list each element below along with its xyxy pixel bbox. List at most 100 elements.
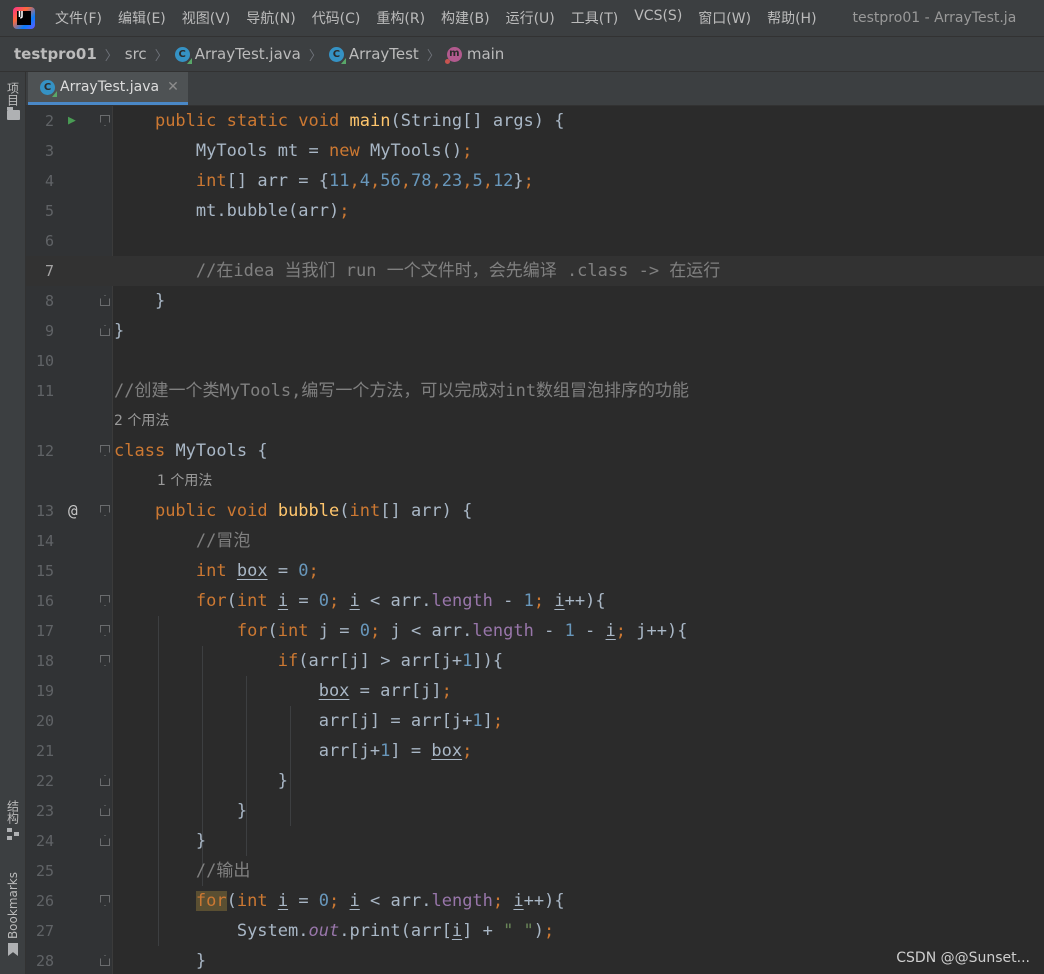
line-number: 4 [44, 172, 54, 190]
code-text: } [114, 801, 248, 821]
tool-window-strip: 项目 结构 Bookmarks [0, 72, 26, 974]
breadcrumb-file[interactable]: C ArrayTest.java [174, 45, 301, 64]
line-number: 18 [35, 652, 54, 670]
fold-icon[interactable] [100, 115, 110, 126]
folder-icon [6, 107, 20, 120]
line-number: 26 [35, 892, 54, 910]
code-line: 17 for(int j = 0; j < arr.length - 1 - i… [26, 616, 1044, 646]
breadcrumb-method[interactable]: m main [444, 45, 505, 64]
code-text: class MyTools { [114, 441, 268, 461]
fold-icon[interactable] [100, 775, 110, 786]
code-text: box = arr[j]; [318, 681, 452, 701]
menu-items: 文件(F) 编辑(E) 视图(V) 导航(N) 代码(C) 重构(R) 构建(B… [47, 4, 825, 32]
fold-icon[interactable] [100, 295, 110, 306]
fold-icon[interactable] [100, 805, 110, 816]
code-text: public static void main(String[] args) { [154, 111, 565, 131]
code-line: 6 [26, 226, 1044, 256]
at-sign-icon[interactable]: @ [68, 496, 78, 526]
project-tool-button[interactable]: 项目 [0, 82, 26, 120]
fold-icon[interactable] [100, 595, 110, 606]
menu-bar: IJ 文件(F) 编辑(E) 视图(V) 导航(N) 代码(C) 重构(R) 构… [0, 0, 1044, 36]
line-number: 6 [44, 232, 54, 250]
menu-refactor[interactable]: 重构(R) [368, 4, 433, 32]
intellij-logo-icon[interactable]: IJ [13, 7, 35, 29]
line-number: 11 [35, 382, 54, 400]
menu-help[interactable]: 帮助(H) [759, 4, 824, 32]
fold-icon[interactable] [100, 895, 110, 906]
code-text: System.out.print(arr[i] + " "); [236, 921, 555, 941]
usages-hint[interactable]: 2 个用法 [114, 406, 169, 436]
line-number: 24 [35, 832, 54, 850]
editor-tab-bar: C ArrayTest.java ✕ [26, 72, 1044, 106]
menu-vcs[interactable]: VCS(S) [626, 4, 690, 32]
tab-arraytest-java[interactable]: C ArrayTest.java ✕ [28, 72, 188, 105]
breadcrumb-method-label: main [466, 45, 505, 63]
fold-icon[interactable] [100, 325, 110, 336]
code-line: 26 for(int i = 0; i < arr.length; i++){ [26, 886, 1044, 916]
fold-icon[interactable] [100, 445, 110, 456]
fold-icon[interactable] [100, 655, 110, 666]
menu-code[interactable]: 代码(C) [304, 4, 369, 32]
breadcrumb-class-label: ArrayTest [348, 45, 419, 63]
java-class-icon: C [40, 79, 57, 97]
code-text: } [114, 291, 166, 311]
code-line: 27 System.out.print(arr[i] + " "); [26, 916, 1044, 946]
chevron-right-icon: 〉 [426, 48, 440, 64]
method-icon: m [444, 46, 462, 64]
line-number: 3 [44, 142, 54, 160]
structure-tool-label: 结构 [5, 800, 20, 824]
code-text: //创建一个类MyTools,编写一个方法，可以完成对int数组冒泡排序的功能 [114, 381, 690, 401]
menu-edit[interactable]: 编辑(E) [110, 4, 174, 32]
code-text: int[] arr = {11,4,56,78,23,5,12}; [195, 171, 534, 191]
code-line: 16 for(int i = 0; i < arr.length - 1; i+… [26, 586, 1044, 616]
line-number: 2 [44, 112, 54, 130]
code-line: 5 mt.bubble(arr); [26, 196, 1044, 226]
code-line: 13 @ public void bubble(int[] arr) { [26, 496, 1044, 526]
close-icon[interactable]: ✕ [167, 79, 179, 95]
line-number: 15 [35, 562, 54, 580]
line-number: 20 [35, 712, 54, 730]
code-line: 8 } [26, 286, 1044, 316]
code-text: mt.bubble(arr); [195, 201, 350, 221]
breadcrumb-class[interactable]: C ArrayTest [328, 45, 419, 64]
fold-icon[interactable] [100, 505, 110, 516]
menu-view[interactable]: 视图(V) [174, 4, 239, 32]
menu-build[interactable]: 构建(B) [433, 4, 498, 32]
code-editor[interactable]: 2 ▶ public static void main(String[] arg… [26, 106, 1044, 974]
code-line: 9 } [26, 316, 1044, 346]
bookmarks-tool-button[interactable]: Bookmarks [0, 872, 26, 957]
line-number: 19 [35, 682, 54, 700]
code-line-current: 7 //在idea 当我们 run 一个文件时，会先编译 .class -> 在… [26, 256, 1044, 286]
line-number: 21 [35, 742, 54, 760]
code-line: 19 box = arr[j]; [26, 676, 1044, 706]
fold-icon[interactable] [100, 835, 110, 846]
menu-navigate[interactable]: 导航(N) [238, 4, 303, 32]
menu-file[interactable]: 文件(F) [47, 4, 110, 32]
inlay-hint-row: 2 个用法 [26, 406, 1044, 436]
structure-icon [7, 828, 19, 840]
code-text: public void bubble(int[] arr) { [154, 501, 473, 521]
line-number: 22 [35, 772, 54, 790]
code-line: 21 arr[j+1] = box; [26, 736, 1044, 766]
menu-tools[interactable]: 工具(T) [563, 4, 626, 32]
code-line: 12 class MyTools { [26, 436, 1044, 466]
fold-icon[interactable] [100, 955, 110, 966]
watermark: CSDN @@Sunset... [896, 950, 1030, 966]
code-text: //在idea 当我们 run 一个文件时，会先编译 .class -> 在运行 [195, 261, 721, 281]
menu-run[interactable]: 运行(U) [498, 4, 563, 32]
bookmark-icon [8, 943, 18, 957]
fold-icon[interactable] [100, 625, 110, 636]
breadcrumb-src[interactable]: src [125, 45, 147, 63]
window-title: testpro01 - ArrayTest.ja [852, 10, 1017, 26]
line-number: 14 [35, 532, 54, 550]
code-text: for(int i = 0; i < arr.length - 1; i++){ [195, 591, 606, 611]
breadcrumb-project[interactable]: testpro01 [14, 45, 97, 63]
chevron-right-icon: 〉 [104, 48, 118, 64]
line-number: 9 [44, 322, 54, 340]
code-line: 3 MyTools mt = new MyTools(); [26, 136, 1044, 166]
menu-window[interactable]: 窗口(W) [690, 4, 759, 32]
run-icon[interactable]: ▶ [68, 106, 76, 136]
usages-hint[interactable]: 1 个用法 [157, 466, 212, 496]
line-number: 5 [44, 202, 54, 220]
structure-tool-button[interactable]: 结构 [0, 800, 26, 840]
